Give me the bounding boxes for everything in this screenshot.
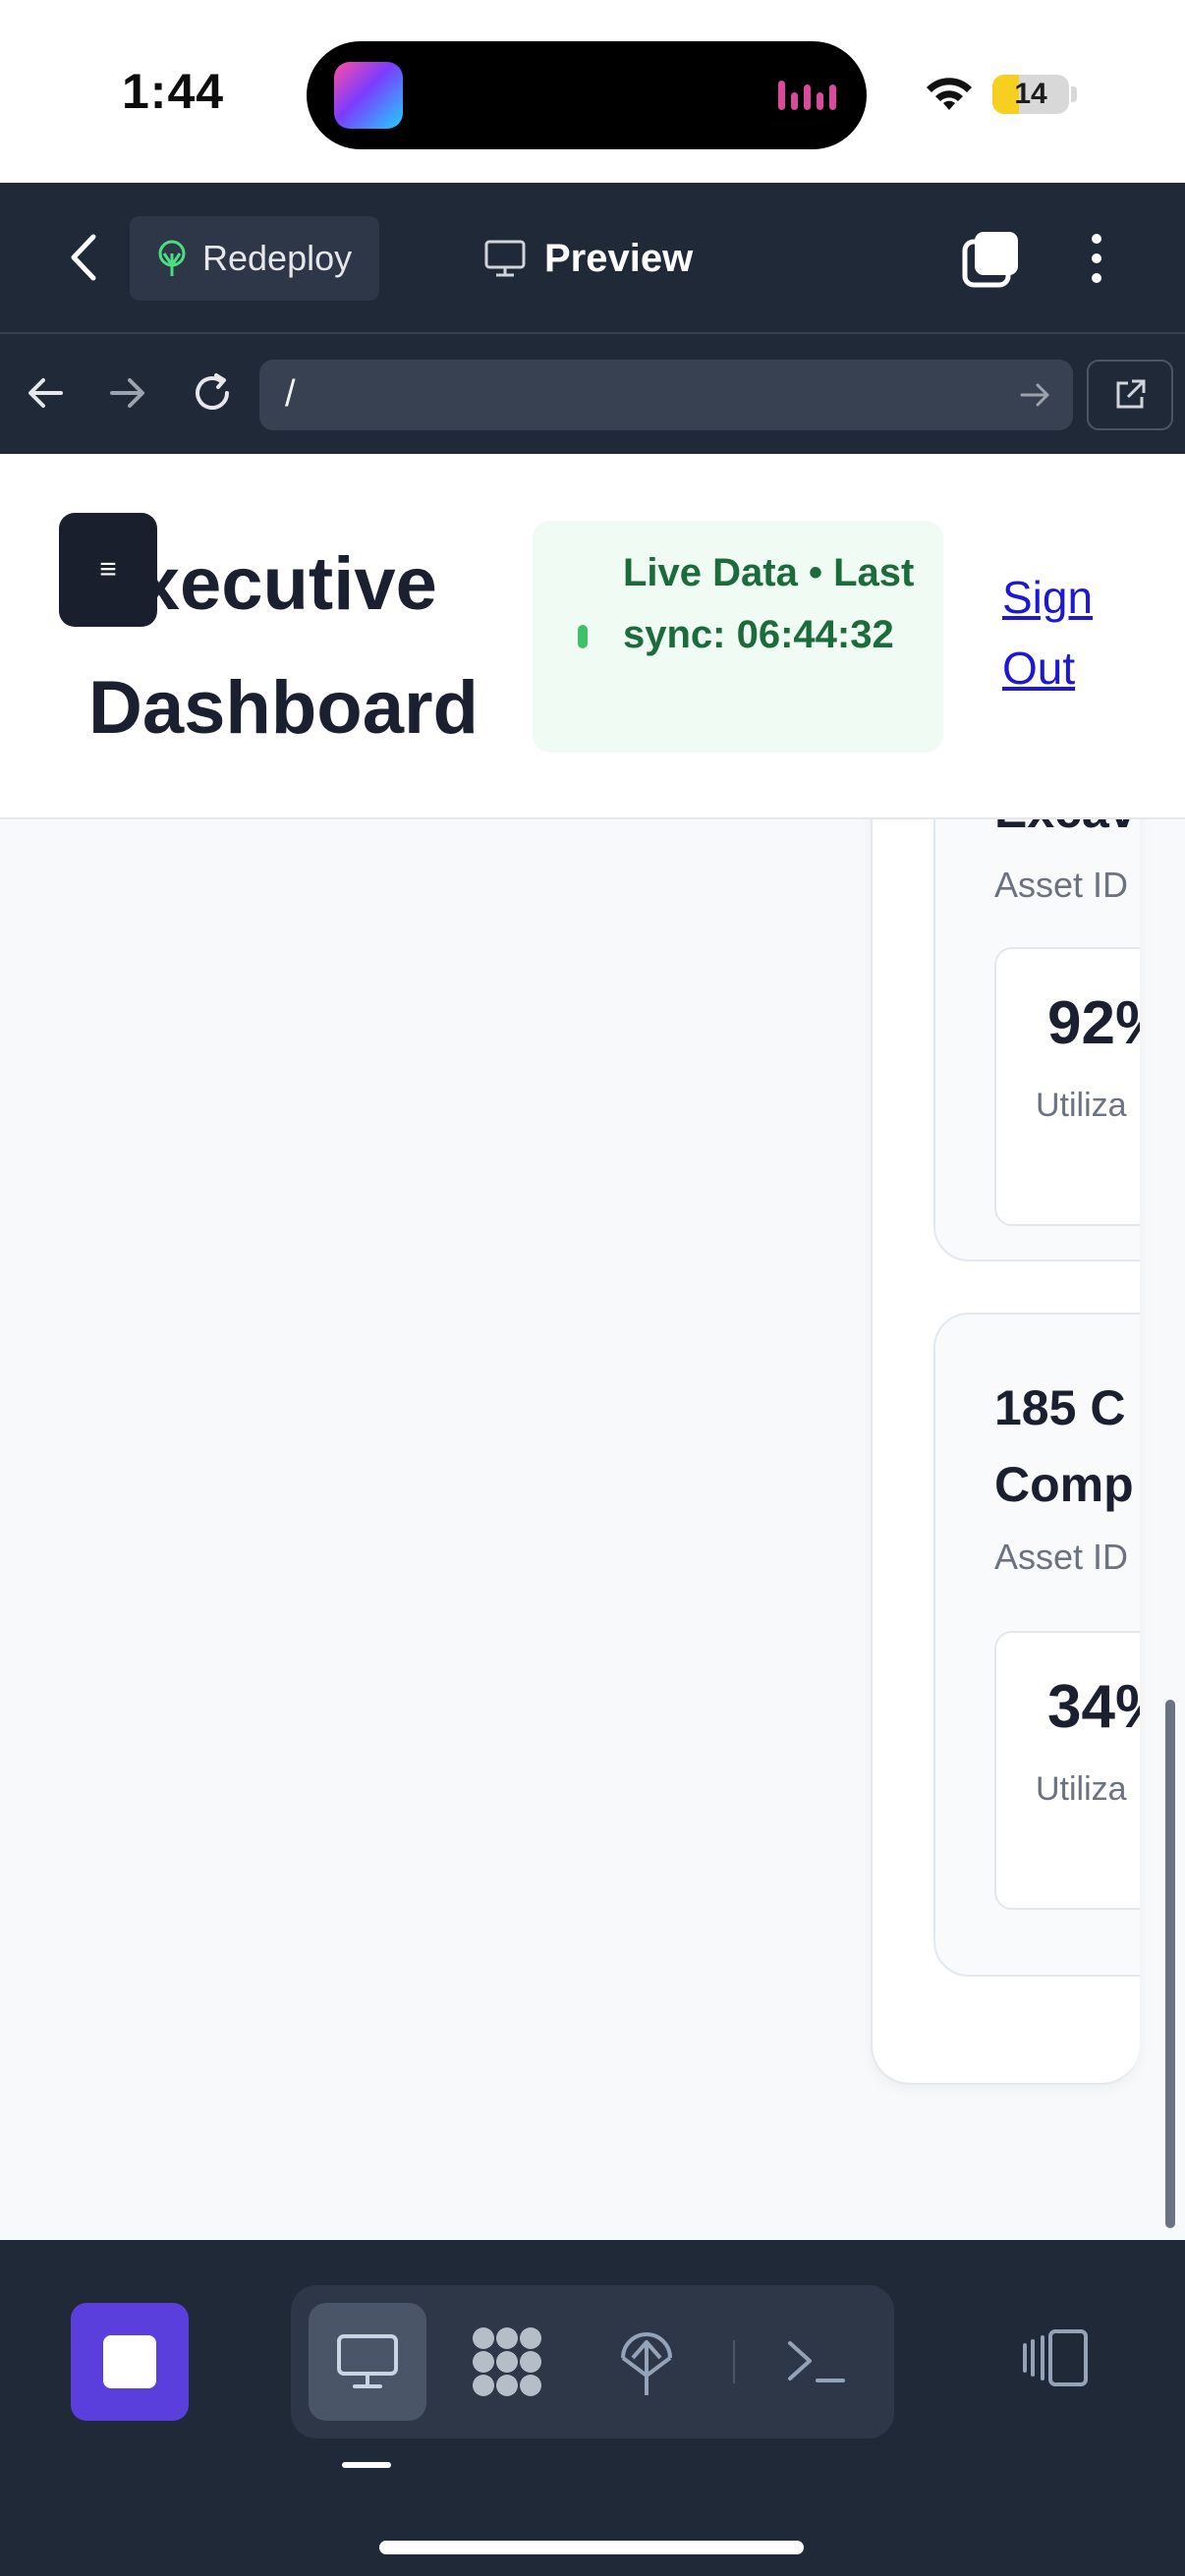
- arrow-left-icon: [28, 378, 63, 408]
- preview-mode-button[interactable]: [309, 2303, 426, 2421]
- arrow-right-icon: [110, 378, 144, 408]
- asset-card[interactable]: Excav Asset ID 92% Utiliza: [933, 770, 1140, 1261]
- audio-waveform-icon: [778, 75, 837, 116]
- utilization-label: Utiliza: [1036, 1770, 1127, 1808]
- active-tab-indicator: [342, 2462, 391, 2468]
- chevron-left-icon: [71, 234, 96, 281]
- now-playing-artwork: [334, 62, 403, 129]
- monitor-icon: [337, 2334, 398, 2388]
- integrations-mode-button[interactable]: [448, 2303, 566, 2421]
- apps-grid-icon: [473, 2327, 541, 2396]
- scrollbar[interactable]: [1165, 1700, 1175, 2228]
- utilization-metric: 34% Utiliza: [994, 1631, 1140, 1910]
- asset-name: 185 C Comp: [994, 1380, 1134, 1512]
- url-text: /: [285, 373, 296, 415]
- bottom-toolbar: [0, 2240, 1185, 2576]
- preview-label: Preview: [544, 236, 694, 280]
- web-preview: Executive Dashboard ≡ Live Data • Last s…: [0, 454, 1185, 2240]
- back-button[interactable]: [51, 226, 114, 289]
- wifi-icon: [927, 78, 972, 110]
- copy-icon[interactable]: [959, 228, 1022, 291]
- dynamic-island: [307, 41, 867, 149]
- stop-icon: [103, 2335, 156, 2388]
- status-time: 1:44: [122, 64, 225, 119]
- more-options-icon[interactable]: [1077, 226, 1116, 291]
- device-layout-button[interactable]: [1012, 2309, 1100, 2407]
- redeploy-label: Redeploy: [202, 238, 353, 278]
- browser-back-button[interactable]: [14, 362, 77, 424]
- asset-list-panel: Excav Asset ID 92% Utiliza 185 C Comp As…: [871, 768, 1140, 2085]
- utilization-metric: 92% Utiliza: [994, 947, 1140, 1226]
- external-link-icon: [1116, 379, 1146, 409]
- asset-card[interactable]: 185 C Comp Asset ID 34% Utiliza: [933, 1313, 1140, 1977]
- browser-url-bar: /: [0, 334, 1185, 454]
- monitor-icon: [484, 240, 526, 277]
- asset-id: Asset ID: [994, 1537, 1129, 1577]
- reload-button[interactable]: [181, 362, 244, 424]
- terminal-icon: [788, 2341, 845, 2382]
- preview-tab[interactable]: Preview: [483, 224, 693, 293]
- live-indicator-dot: [578, 625, 588, 648]
- menu-toggle-button[interactable]: ≡: [59, 513, 157, 627]
- view-mode-switcher: [291, 2285, 894, 2438]
- deploy-mode-button[interactable]: [588, 2303, 705, 2421]
- dashboard-header: Executive Dashboard ≡ Live Data • Last s…: [0, 454, 1185, 819]
- url-input[interactable]: /: [259, 360, 1073, 430]
- browser-forward-button[interactable]: [96, 362, 159, 424]
- split-view-icon: [1023, 2329, 1088, 2386]
- app-top-bar: Redeploy Preview: [0, 183, 1185, 334]
- open-external-button[interactable]: [1087, 360, 1173, 430]
- utilization-label: Utiliza: [1036, 1087, 1127, 1124]
- go-arrow-icon[interactable]: [1016, 375, 1055, 415]
- terminal-mode-button[interactable]: [757, 2303, 875, 2421]
- utilization-value: 92%: [1047, 989, 1140, 1057]
- deploy-tree-icon: [158, 240, 186, 276]
- utilization-value: 34%: [1047, 1673, 1140, 1741]
- status-bar: 1:44 14: [0, 0, 1185, 183]
- deploy-tree-icon: [621, 2332, 672, 2395]
- home-indicator: [379, 2541, 804, 2554]
- sign-out-link[interactable]: Sign Out: [1002, 562, 1150, 703]
- reload-icon: [196, 373, 229, 410]
- asset-id: Asset ID: [994, 865, 1129, 905]
- live-data-badge: Live Data • Last sync: 06:44:32: [533, 521, 943, 753]
- live-sync-text: Live Data • Last sync: 06:44:32: [623, 551, 915, 656]
- redeploy-button[interactable]: Redeploy: [130, 216, 379, 301]
- battery-icon: 14: [992, 75, 1069, 114]
- stop-button[interactable]: [71, 2303, 189, 2421]
- hamburger-icon: ≡: [99, 553, 117, 586]
- battery-level: 14: [1014, 78, 1047, 110]
